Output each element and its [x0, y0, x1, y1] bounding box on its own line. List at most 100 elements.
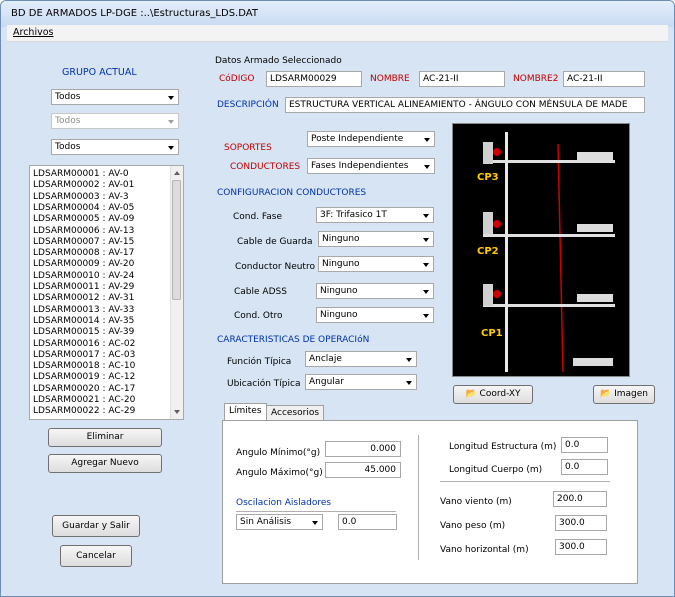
- menu-bar: Archivos: [7, 25, 668, 42]
- vano-viento-field[interactable]: 200.0: [553, 491, 607, 507]
- codigo-field[interactable]: LDSARM00029: [266, 71, 362, 87]
- list-item[interactable]: LDSARM00002 : AV-01: [33, 180, 134, 190]
- oscilacion-num-field[interactable]: 0.0: [338, 514, 397, 530]
- coord-xy-label: Coord-XY: [479, 389, 521, 399]
- list-item[interactable]: LDSARM00011 : AV-29: [33, 282, 134, 292]
- list-item[interactable]: LDSARM00012 : AV-31: [33, 293, 134, 303]
- cond-fase-combo[interactable]: 3F: Trifasico 1T: [316, 207, 434, 223]
- long-estructura-label: Longitud Estructura (m): [449, 442, 557, 452]
- tab-limites[interactable]: Límites: [224, 403, 267, 421]
- list-item[interactable]: LDSARM00009 : AV-20: [33, 259, 134, 269]
- ubicacion-label: Ubicación Típica: [227, 379, 301, 389]
- list-item[interactable]: LDSARM00017 : AC-03: [33, 350, 135, 360]
- operacion-header: CARACTERISTICAS DE OPERACIóN: [217, 335, 370, 345]
- insulator-2: [577, 224, 613, 232]
- codigo-value: LDSARM00029: [270, 74, 337, 84]
- crossarm-3: [483, 160, 615, 163]
- eliminar-button[interactable]: Eliminar: [48, 428, 162, 447]
- descripcion-field[interactable]: ESTRUCTURA VERTICAL ALINEAMIENTO - ÁNGUL…: [285, 97, 645, 113]
- list-item[interactable]: LDSARM00016 : AC-02: [33, 339, 135, 349]
- conductores-value: Fases Independientes: [311, 161, 409, 171]
- list-item[interactable]: LDSARM00007 : AV-15: [33, 237, 134, 247]
- grupo-actual-label: GRUPO ACTUAL: [62, 67, 137, 78]
- angulo-min-field[interactable]: 0.000: [325, 441, 401, 457]
- soportes-label: SOPORTES: [224, 143, 272, 153]
- list-item[interactable]: LDSARM00005 : AV-09: [33, 214, 134, 224]
- scroll-up-icon[interactable]: [174, 171, 180, 175]
- vano-viento-value: 200.0: [557, 494, 583, 504]
- list-item[interactable]: LDSARM00015 : AV-39: [33, 327, 134, 337]
- nombre2-field[interactable]: AC-21-II: [563, 71, 645, 87]
- agregar-nuevo-button[interactable]: Agregar Nuevo: [48, 454, 162, 473]
- list-item[interactable]: LDSARM00006 : AV-13: [33, 226, 134, 236]
- list-item[interactable]: LDSARM00022 : AC-29: [33, 406, 135, 416]
- list-item[interactable]: LDSARM00010 : AV-24: [33, 271, 134, 281]
- soportes-combo[interactable]: Poste Independiente: [307, 131, 435, 147]
- crossarm-1: [483, 304, 615, 307]
- imagen-button[interactable]: 📂 Imagen: [593, 385, 655, 404]
- structure-preview-image: CP3 CP2 CP1: [452, 123, 630, 377]
- chevron-down-icon: [423, 238, 429, 242]
- tab-accesorios[interactable]: Accesorios: [266, 405, 325, 421]
- cp2-label: CP2: [477, 246, 499, 257]
- nombre-field[interactable]: AC-21-II: [419, 71, 505, 87]
- coord-xy-button[interactable]: 📂 Coord-XY: [453, 385, 533, 404]
- list-item[interactable]: LDSARM00021 : AC-20: [33, 395, 135, 405]
- list-item[interactable]: LDSARM00018 : AC-10: [33, 361, 135, 371]
- clamp-2: [483, 212, 493, 234]
- grupo-combo-2-value: Todos: [55, 116, 81, 126]
- title-bar[interactable]: BD DE ARMADOS LP-DGE :..\Estructuras_LDS…: [1, 1, 674, 27]
- list-item[interactable]: LDSARM00001 : AV-0: [33, 169, 129, 179]
- clamp-3: [483, 142, 493, 164]
- chevron-down-icon: [168, 146, 174, 150]
- angulo-max-field[interactable]: 45.000: [325, 462, 401, 478]
- funcion-combo[interactable]: Anclaje: [305, 351, 417, 367]
- list-item[interactable]: LDSARM00013 : AV-33: [33, 305, 134, 315]
- otro-combo[interactable]: Ninguno: [316, 307, 434, 323]
- cond-fase-label: Cond. Fase: [233, 212, 283, 222]
- adss-combo[interactable]: Ninguno: [316, 283, 434, 299]
- funcion-value: Anclaje: [309, 354, 342, 364]
- cable-guarda-label: Cable de Guarda: [237, 237, 313, 247]
- base-plate: [573, 358, 613, 366]
- list-scrollbar[interactable]: [170, 166, 183, 419]
- armados-listbox[interactable]: LDSARM00001 : AV-0 LDSARM00002 : AV-01 LDS…: [29, 165, 184, 420]
- grupo-combo-3[interactable]: Todos: [51, 139, 179, 155]
- grupo-combo-2: Todos: [51, 113, 179, 129]
- neutro-combo[interactable]: Ninguno: [318, 256, 434, 272]
- conductor-line: [557, 143, 564, 373]
- insulator-dot-2: [493, 220, 501, 228]
- grupo-combo-1[interactable]: Todos: [51, 89, 179, 105]
- long-estructura-field[interactable]: 0.0: [561, 437, 608, 453]
- ubicacion-combo[interactable]: Angular: [305, 374, 417, 390]
- vano-horizontal-field[interactable]: 300.0: [555, 539, 607, 555]
- list-item[interactable]: LDSARM00008 : AV-17: [33, 248, 134, 258]
- scroll-down-icon[interactable]: [174, 410, 180, 414]
- oscilacion-label: Oscilacion Aisladores: [236, 498, 332, 508]
- cable-guarda-combo[interactable]: Ninguno: [318, 231, 434, 247]
- vano-peso-field[interactable]: 300.0: [555, 515, 607, 531]
- chevron-down-icon: [424, 138, 430, 142]
- nombre-value: AC-21-II: [423, 74, 459, 84]
- scroll-thumb[interactable]: [172, 180, 181, 300]
- long-cuerpo-label: Longitud Cuerpo (m): [449, 465, 543, 475]
- vano-viento-label: Vano viento (m): [440, 497, 512, 507]
- cancelar-button[interactable]: Cancelar: [60, 545, 132, 567]
- chevron-down-icon: [424, 165, 430, 169]
- list-item[interactable]: LDSARM00003 : AV-3: [33, 192, 129, 202]
- long-cuerpo-field[interactable]: 0.0: [561, 459, 608, 475]
- oscilacion-combo[interactable]: Sin Análisis: [236, 514, 323, 530]
- list-item[interactable]: LDSARM00019 : AC-12: [33, 372, 135, 382]
- chevron-down-icon: [168, 120, 174, 124]
- list-item[interactable]: LDSARM00020 : AC-17: [33, 384, 135, 394]
- list-item[interactable]: LDSARM00014 : AV-35: [33, 316, 134, 326]
- grupo-combo-3-value: Todos: [55, 142, 81, 152]
- angulo-min-label: Angulo Mínimo(°g): [236, 448, 321, 458]
- datos-header: Datos Armado Seleccionado: [215, 56, 342, 66]
- menu-archivos[interactable]: Archivos: [13, 27, 53, 38]
- conductores-combo[interactable]: Fases Independientes: [307, 158, 435, 174]
- cp1-label: CP1: [481, 328, 503, 339]
- list-item[interactable]: LDSARM00004 : AV-05: [33, 203, 134, 213]
- chevron-down-icon: [423, 214, 429, 218]
- guardar-salir-button[interactable]: Guardar y Salir: [52, 515, 140, 537]
